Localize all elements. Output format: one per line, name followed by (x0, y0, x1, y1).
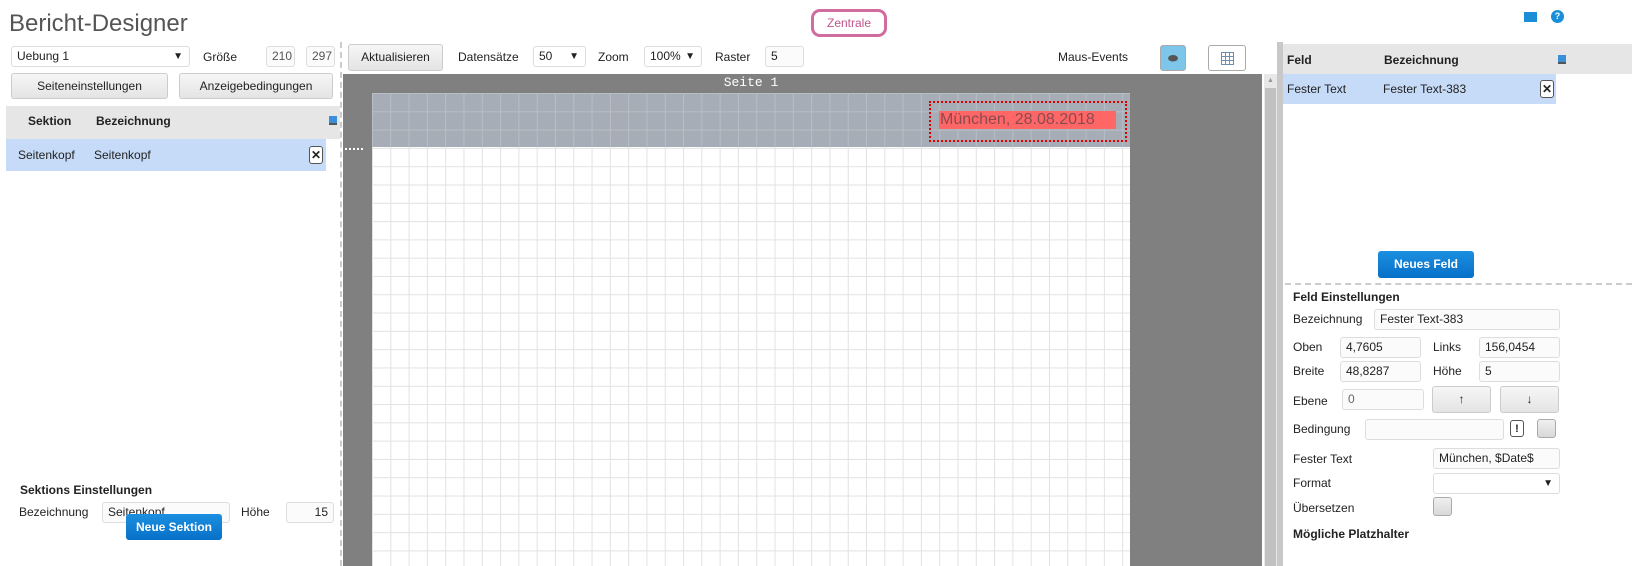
records-value: 50 (539, 49, 553, 63)
page-title: Bericht-Designer (9, 10, 188, 37)
section-settings-title: Sektions Einstellungen (20, 483, 153, 497)
col-section: Sektion (28, 114, 72, 128)
delete-field-button[interactable]: ✕ (1540, 80, 1554, 98)
format-select[interactable]: ▼ (1433, 473, 1560, 494)
mouse-events-label: Maus-Events (1058, 50, 1129, 64)
table-row[interactable]: Fester Text Fester Text-383 ✕ (1283, 74, 1556, 104)
sort-icon[interactable] (1558, 55, 1566, 64)
report-page[interactable] (372, 93, 1130, 566)
layer-label: Ebene (1293, 394, 1328, 408)
layer-down-button[interactable]: ↓ (1500, 386, 1559, 413)
zoom-label: Zoom (598, 50, 629, 64)
field-settings-title: Feld Einstellungen (1293, 290, 1400, 304)
report-select[interactable]: Uebung 1 ▼ (11, 46, 190, 67)
fixed-text-label: Fester Text (1293, 452, 1353, 466)
report-select-value: Uebung 1 (17, 49, 70, 63)
layer-input[interactable]: 0 (1342, 389, 1424, 410)
section-resize-handle[interactable] (345, 148, 363, 150)
row-name: Seitenkopf (94, 148, 151, 162)
size-width-input[interactable]: 210 (266, 46, 295, 67)
size-height-input[interactable]: 297 (306, 46, 335, 67)
new-section-button[interactable]: Neue Sektion (126, 514, 222, 540)
records-label: Datensätze (458, 50, 519, 64)
page-settings-button[interactable]: Seiteneinstellungen (11, 73, 168, 99)
col-field: Feld (1287, 53, 1312, 67)
chevron-down-icon: ▼ (1543, 478, 1553, 489)
zentrale-button[interactable]: Zentrale (811, 9, 887, 37)
name-label: Bezeichnung (1293, 312, 1363, 326)
canvas-scrollbar[interactable]: ▲ (1264, 74, 1277, 566)
records-select[interactable]: 50 ▼ (533, 46, 586, 67)
help-icon[interactable]: ? (1551, 10, 1564, 23)
translate-label: Übersetzen (1293, 501, 1355, 515)
grid-icon (1221, 52, 1234, 65)
zoom-select[interactable]: 100% ▼ (644, 46, 702, 67)
row-name: Fester Text-383 (1383, 82, 1467, 96)
chevron-down-icon: ▼ (685, 51, 695, 62)
row-section: Seitenkopf (18, 148, 75, 162)
top-input[interactable]: 4,7605 (1340, 337, 1421, 358)
placeholders-title: Mögliche Platzhalter (1293, 527, 1410, 541)
mail-icon[interactable] (1524, 12, 1537, 22)
grid-toggle-button[interactable] (1208, 45, 1246, 71)
sort-icon[interactable] (329, 116, 337, 125)
row-field: Fester Text (1287, 82, 1347, 96)
top-label: Oben (1293, 340, 1323, 354)
height-input[interactable]: 5 (1479, 361, 1560, 382)
new-field-button[interactable]: Neues Feld (1378, 251, 1474, 278)
panel-separator (1277, 42, 1283, 566)
name-input[interactable]: Fester Text-383 (1374, 309, 1560, 330)
translate-checkbox[interactable] (1433, 497, 1452, 516)
height-label: Höhe (1433, 364, 1462, 378)
scroll-thumb[interactable] (1265, 88, 1276, 566)
size-label: Größe (203, 50, 238, 64)
section-height-input[interactable]: 15 (286, 502, 334, 523)
section-table-header: Sektion Bezeichnung (6, 106, 340, 139)
width-label: Breite (1293, 364, 1325, 378)
table-row[interactable]: Seitenkopf Seitenkopf ✕ (6, 139, 326, 171)
panel-divider[interactable] (340, 42, 342, 566)
chevron-down-icon: ▼ (569, 51, 579, 62)
selected-field[interactable]: München, 28.08.2018 (929, 101, 1127, 142)
eraser-toggle-button[interactable]: ⬬ (1160, 45, 1186, 71)
layer-up-button[interactable]: ↑ (1432, 386, 1491, 413)
field-text: München, 28.08.2018 (939, 111, 1116, 129)
zoom-value: 100% (650, 49, 681, 63)
chevron-down-icon: ▼ (173, 51, 183, 62)
condition-alert-button[interactable]: ! (1510, 420, 1524, 437)
condition-input[interactable] (1365, 419, 1504, 440)
refresh-button[interactable]: Aktualisieren (348, 44, 443, 71)
grid-input[interactable]: 5 (765, 46, 804, 67)
col-name: Bezeichnung (1384, 53, 1459, 67)
fixed-text-input[interactable]: München, $Date$ (1433, 448, 1560, 469)
width-input[interactable]: 48,8287 (1340, 361, 1421, 382)
condition-edit-button[interactable] (1537, 419, 1556, 438)
right-divider (1285, 283, 1632, 285)
condition-label: Bedingung (1293, 422, 1351, 436)
grid-label: Raster (715, 50, 751, 64)
display-conditions-button[interactable]: Anzeigebedingungen (179, 73, 333, 99)
delete-section-button[interactable]: ✕ (309, 146, 323, 164)
format-label: Format (1293, 476, 1332, 490)
section-name-label: Bezeichnung (19, 505, 89, 519)
left-label: Links (1433, 340, 1462, 354)
page-label: Seite 1 (723, 75, 779, 90)
field-table-header: Feld Bezeichnung (1283, 44, 1632, 74)
left-input[interactable]: 156,0454 (1479, 337, 1560, 358)
col-name: Bezeichnung (96, 114, 171, 128)
section-height-label: Höhe (241, 505, 270, 519)
scroll-up-icon[interactable]: ▲ (1267, 77, 1274, 84)
